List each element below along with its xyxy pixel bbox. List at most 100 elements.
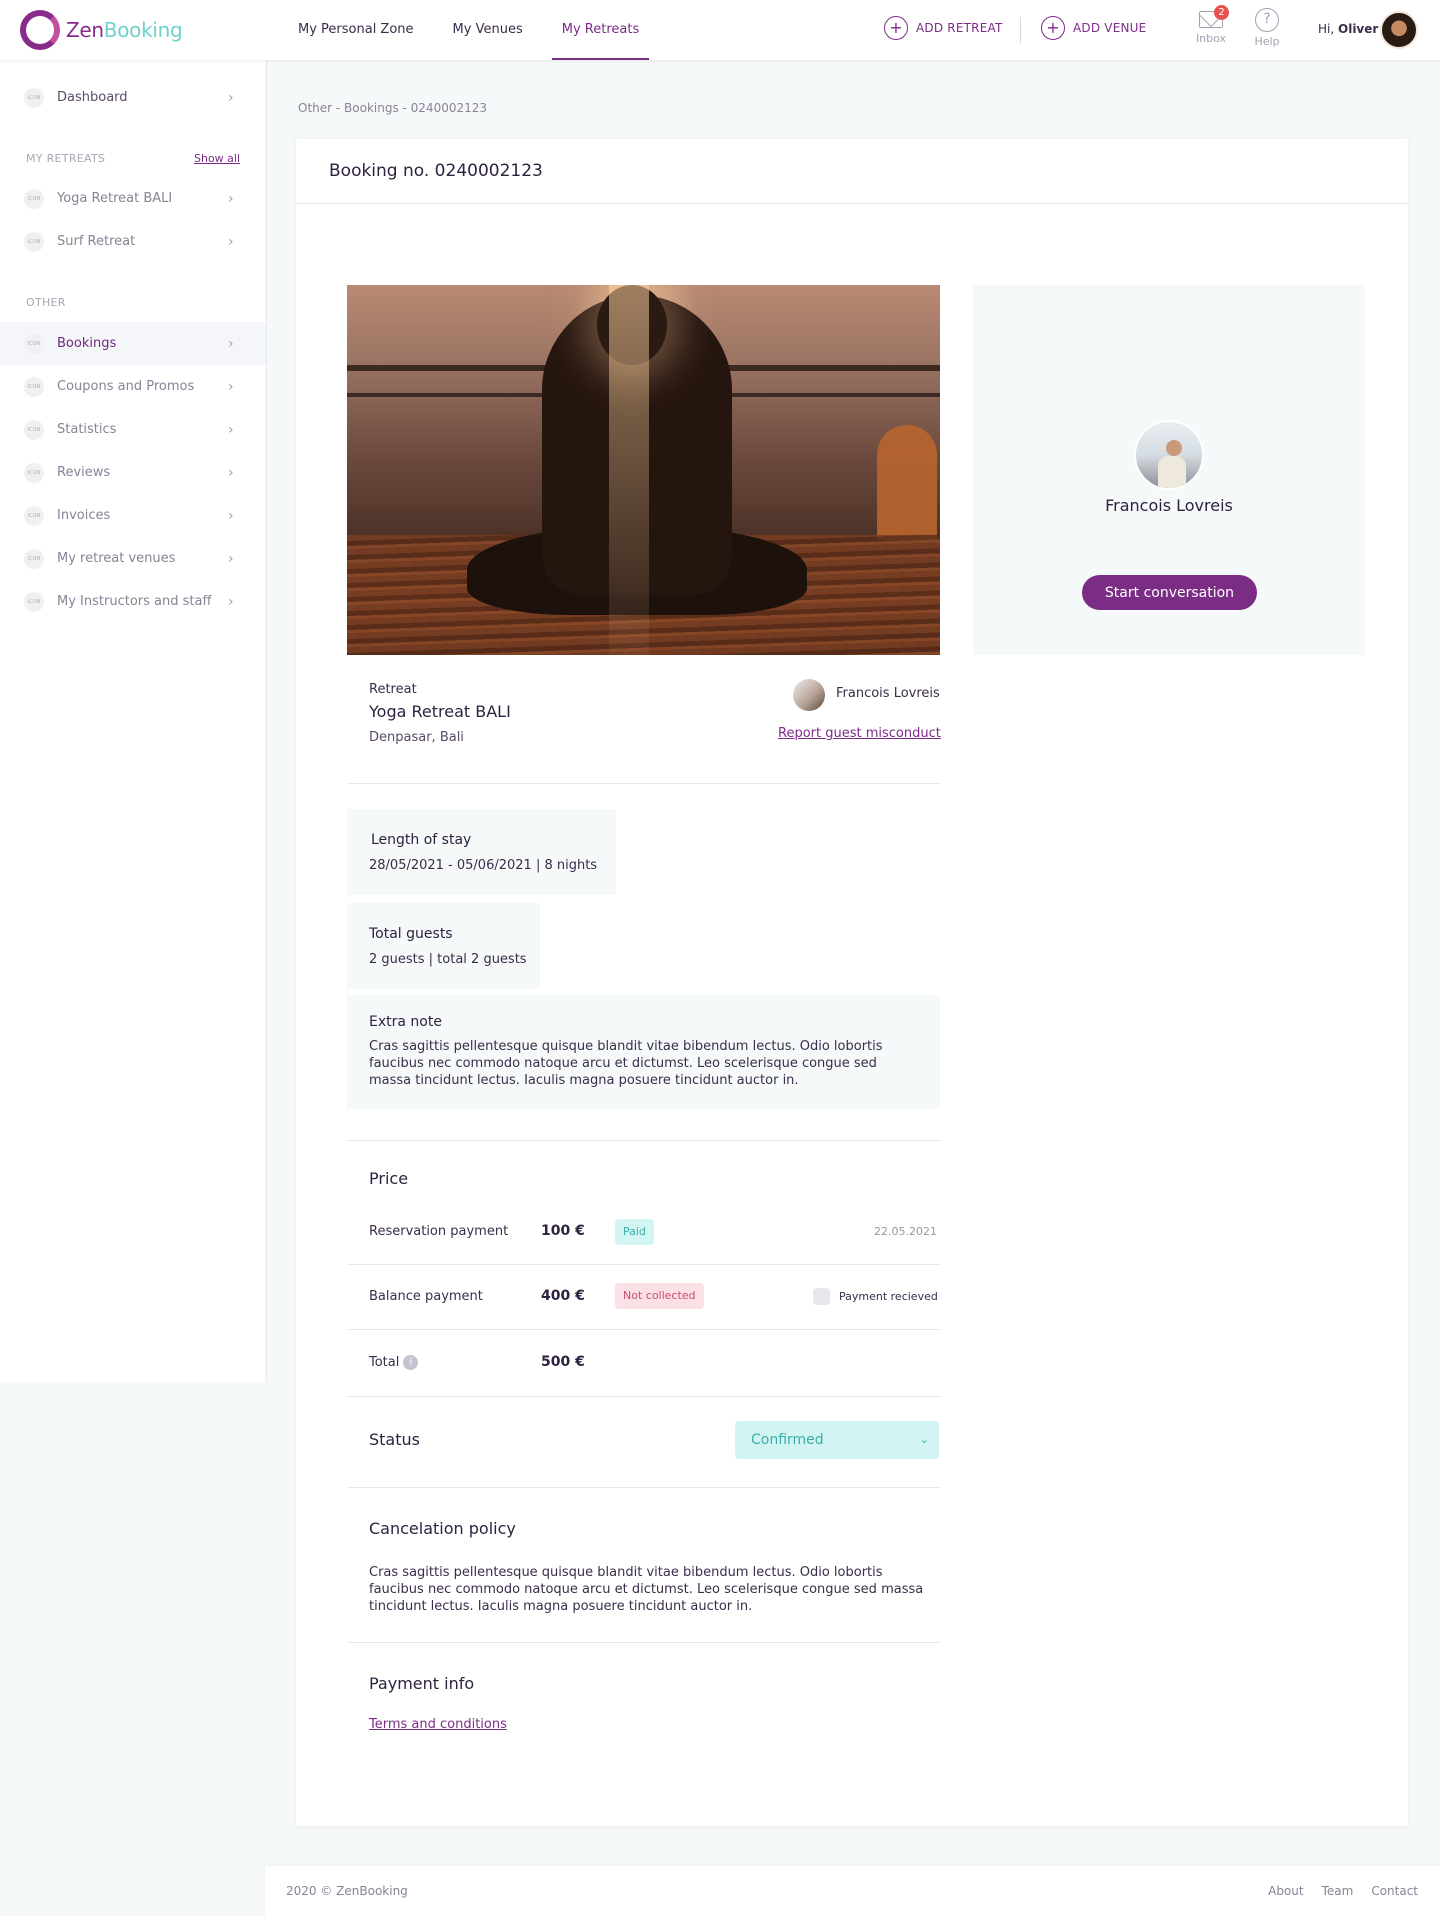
sidebar-item-dashboard[interactable]: ICON Dashboard › <box>0 76 266 119</box>
status-badge-paid: Paid <box>615 1219 654 1245</box>
footer-copyright: 2020 © ZenBooking <box>286 1884 408 1898</box>
balance-payment-label: Balance payment <box>369 1289 483 1304</box>
report-guest-link[interactable]: Report guest misconduct <box>778 726 941 741</box>
sidebar-item-label: Surf Retreat <box>57 234 136 249</box>
help-icon: ? <box>1255 8 1279 32</box>
reservation-payment-date: 22.05.2021 <box>874 1225 937 1238</box>
chevron-right-icon: › <box>228 378 234 395</box>
sidebar-item-instructors[interactable]: ICON My Instructors and staff › <box>0 580 266 623</box>
balance-payment-amount: 400 € <box>541 1288 585 1304</box>
payment-received-checkbox[interactable] <box>813 1288 830 1305</box>
sidebar-item-label: Coupons and Promos <box>57 379 195 394</box>
price-heading: Price <box>369 1169 409 1188</box>
total-guests-box: Total guests 2 guests | total 2 guests <box>347 903 540 989</box>
length-of-stay-box: Length of stay 28/05/2021 - 05/06/2021 |… <box>347 809 616 895</box>
info-icon[interactable]: i <box>403 1355 419 1370</box>
placeholder-icon: ICON <box>24 591 44 612</box>
help-label: Help <box>1254 35 1280 48</box>
footer-links: About Team Contact <box>1250 1884 1418 1898</box>
nav-my-venues[interactable]: My Venues <box>443 0 533 60</box>
placeholder-icon: ICON <box>24 462 44 483</box>
payment-info-heading: Payment info <box>369 1674 475 1693</box>
placeholder-icon: ICON <box>24 505 44 526</box>
chevron-right-icon: › <box>228 550 234 567</box>
divider <box>347 1396 940 1397</box>
chevron-right-icon: › <box>228 593 234 610</box>
chevron-right-icon: › <box>228 89 234 106</box>
host-avatar <box>1134 420 1204 490</box>
footer: 2020 © ZenBooking About Team Contact <box>265 1866 1440 1916</box>
add-retreat-button[interactable]: + ADD RETREAT <box>884 16 1002 40</box>
inbox-label: Inbox <box>1195 32 1227 45</box>
retreat-photo <box>347 285 940 655</box>
divider <box>1020 17 1021 43</box>
retreat-location: Denpasar, Bali <box>369 730 464 745</box>
sidebar-item-retreat-venues[interactable]: ICON My retreat venues › <box>0 537 266 580</box>
status-select[interactable]: Confirmed ⌄ <box>735 1421 939 1459</box>
add-retreat-label: ADD RETREAT <box>916 21 1003 35</box>
sidebar-item-surf-retreat[interactable]: ICON Surf Retreat › <box>0 220 266 263</box>
logo-text: ZenBooking <box>66 18 183 42</box>
placeholder-icon: ICON <box>24 333 44 354</box>
chevron-right-icon: › <box>228 335 234 352</box>
footer-link-contact[interactable]: Contact <box>1371 1884 1418 1898</box>
divider <box>347 783 940 784</box>
sidebar-item-label: Statistics <box>57 422 117 437</box>
placeholder-icon: ICON <box>24 188 44 209</box>
retreat-name: Yoga Retreat BALI <box>369 702 511 721</box>
sidebar-item-statistics[interactable]: ICON Statistics › <box>0 408 266 451</box>
chevron-right-icon: › <box>228 464 234 481</box>
total-amount: 500 € <box>541 1354 585 1370</box>
breadcrumb[interactable]: Other - Bookings - 0240002123 <box>298 101 487 115</box>
sidebar-item-reviews[interactable]: ICON Reviews › <box>0 451 266 494</box>
footer-link-about[interactable]: About <box>1268 1884 1303 1898</box>
divider <box>347 1642 940 1643</box>
extra-note-heading: Extra note <box>369 1014 442 1030</box>
footer-link-team[interactable]: Team <box>1322 1884 1354 1898</box>
status-badge-not-collected: Not collected <box>615 1283 704 1309</box>
terms-link[interactable]: Terms and conditions <box>369 1717 507 1732</box>
inbox-count-badge: 2 <box>1214 5 1229 20</box>
length-of-stay-heading: Length of stay <box>371 832 472 848</box>
sidebar-item-bookings[interactable]: ICON Bookings › <box>0 322 266 365</box>
sidebar-item-label: My retreat venues <box>57 551 176 566</box>
plus-circle-icon: + <box>884 16 908 40</box>
user-name: Oliver <box>1338 22 1379 36</box>
placeholder-icon: ICON <box>24 419 44 440</box>
divider <box>347 1140 940 1141</box>
user-avatar[interactable] <box>1380 11 1418 49</box>
total-guests-value: 2 guests | total 2 guests <box>369 952 527 967</box>
divider <box>347 1329 940 1330</box>
help-button[interactable]: ? Help <box>1245 8 1289 48</box>
length-of-stay-value: 28/05/2021 - 05/06/2021 | 8 nights <box>369 858 598 873</box>
guest-avatar <box>793 679 825 711</box>
sidebar-item-coupons[interactable]: ICON Coupons and Promos › <box>0 365 266 408</box>
reservation-payment-amount: 100 € <box>541 1223 585 1239</box>
add-venue-button[interactable]: + ADD VENUE <box>1041 16 1146 40</box>
inbox-button[interactable]: 2 Inbox <box>1189 5 1233 45</box>
main-nav: My Personal Zone My Venues My Retreats <box>288 0 668 60</box>
sidebar-item-invoices[interactable]: ICON Invoices › <box>0 494 266 537</box>
total-label: Total i <box>369 1355 419 1370</box>
placeholder-icon: ICON <box>24 376 44 397</box>
sidebar-item-label: My Instructors and staff <box>57 594 212 609</box>
sidebar-item-label: Bookings <box>57 336 117 351</box>
status-heading: Status <box>369 1430 420 1449</box>
top-header: ZenBooking My Personal Zone My Venues My… <box>0 0 1440 60</box>
nav-my-retreats[interactable]: My Retreats <box>551 0 650 60</box>
cancelation-policy-heading: Cancelation policy <box>369 1519 516 1538</box>
logo-mark-icon <box>20 10 60 50</box>
chevron-down-icon: ⌄ <box>919 1433 929 1446</box>
reservation-payment-label: Reservation payment <box>369 1224 509 1239</box>
sidebar-section-my-retreats: MY RETREATS <box>26 152 106 165</box>
divider <box>347 1487 940 1488</box>
logo[interactable]: ZenBooking <box>20 10 183 50</box>
show-all-link[interactable]: Show all <box>194 152 240 165</box>
start-conversation-button[interactable]: Start conversation <box>1082 575 1257 610</box>
nav-my-personal-zone[interactable]: My Personal Zone <box>288 0 424 60</box>
page-title: Booking no. 0240002123 <box>329 161 543 181</box>
payment-received-label: Payment recieved <box>839 1290 938 1303</box>
status-select-value: Confirmed <box>751 1432 824 1448</box>
sidebar-item-yoga-retreat-bali[interactable]: ICON Yoga Retreat BALI › <box>0 177 266 220</box>
placeholder-icon: ICON <box>24 87 44 108</box>
